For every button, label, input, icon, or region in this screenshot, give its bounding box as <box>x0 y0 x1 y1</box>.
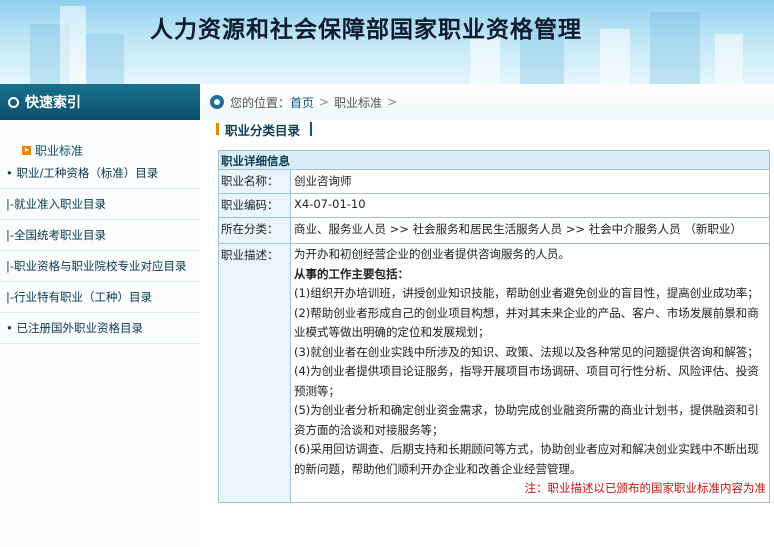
sidebar-list: • 职业/工种资格（标准）目录 |-就业准入职业目录 |-全国统考职业目录 |-… <box>0 158 200 344</box>
occupation-detail-table: 职业详细信息 职业名称： 创业咨询师 职业编码： X4-07-01-10 所在分… <box>218 150 770 503</box>
sidebar-item-foreign-registered[interactable]: • 已注册国外职业资格目录 <box>0 313 200 344</box>
description-item: (6)采用回访调查、后期支持和长期顾问等方式，协助创业者应对和解决创业实践中不断… <box>294 442 759 476</box>
name-label: 职业名称： <box>218 169 291 194</box>
sidebar-item-college-mapping[interactable]: |-职业资格与职业院校专业对应目录 <box>0 251 200 282</box>
description-item: (5)为创业者分析和确定创业资金需求，协助完成创业融资所需的商业计划书，提供融资… <box>294 403 759 437</box>
code-label: 职业编码： <box>218 193 291 218</box>
description-work-heading: 从事的工作主要包括： <box>294 266 409 281</box>
description-label: 职业描述： <box>218 243 291 503</box>
section-marker-icon <box>216 123 219 135</box>
quick-index-title: 快速索引 <box>25 95 81 111</box>
category-value: 商业、服务业人员 >> 社会服务和居民生活服务人员 >> 社会中介服务人员 （新… <box>290 217 770 244</box>
code-value: X4-07-01-10 <box>290 193 770 218</box>
description-item: (1)组织开办培训班，讲授创业知识技能，帮助创业者避免创业的盲目性，提高创业成功… <box>294 286 759 300</box>
category-label: 所在分类： <box>218 217 291 244</box>
quick-index-header: 快速索引 <box>0 84 200 120</box>
site-title: 人力资源和社会保障部国家职业资格管理 <box>150 17 582 43</box>
header-banner: 人力资源和社会保障部国家职业资格管理 <box>0 0 774 84</box>
description-item: (3)就创业者在创业实践中所涉及的知识、政策、法规以及各种常见的问题提供咨询和解… <box>294 344 759 359</box>
sidebar-item-national-exam[interactable]: |-全国统考职业目录 <box>0 220 200 251</box>
breadcrumb-separator: > <box>387 95 398 109</box>
name-value: 创业咨询师 <box>290 169 770 194</box>
sidebar-item-industry-specific[interactable]: |-行业特有职业（工种）目录 <box>0 282 200 313</box>
breadcrumb-home-link[interactable]: 首页 <box>290 94 314 111</box>
description-intro: 为开办和初创经营企业的创业者提供咨询服务的人员。 <box>294 247 570 261</box>
section-title: 职业分类目录 <box>216 120 313 138</box>
section-divider <box>310 122 313 136</box>
location-icon <box>210 95 224 109</box>
sidebar-category-label: 职业标准 <box>35 144 84 158</box>
sidebar-category[interactable]: 职业标准 <box>22 142 83 159</box>
breadcrumb-current[interactable]: 职业标准 <box>334 94 382 111</box>
description-item: (4)为创业者提供项目论证服务，指导开展项目市场调研、项目可行性分析、风险评估、… <box>294 364 759 398</box>
detail-heading: 职业详细信息 <box>218 150 770 170</box>
description-note: 注：职业描述以已颁布的国家职业标准内容为准 <box>524 481 767 495</box>
description-value: 为开办和初创经营企业的创业者提供咨询服务的人员。 从事的工作主要包括： (1)组… <box>290 243 770 503</box>
breadcrumb-separator: > <box>319 95 330 109</box>
arrow-right-icon <box>22 146 31 155</box>
sidebar: 职业标准 • 职业/工种资格（标准）目录 |-就业准入职业目录 |-全国统考职业… <box>0 120 200 547</box>
sidebar-item-employment-access[interactable]: |-就业准入职业目录 <box>0 189 200 220</box>
breadcrumb: 您的位置： 首页 > 职业标准 > <box>200 84 774 120</box>
description-item: (2)帮助创业者形成自己的创业项目构想，并对其未来企业的产品、客户、市场发展前景… <box>294 305 759 340</box>
circle-icon <box>8 96 19 108</box>
section-title-text: 职业分类目录 <box>225 122 301 138</box>
sidebar-item-qualification-catalog[interactable]: • 职业/工种资格（标准）目录 <box>0 158 200 189</box>
breadcrumb-prefix: 您的位置： <box>230 95 291 110</box>
